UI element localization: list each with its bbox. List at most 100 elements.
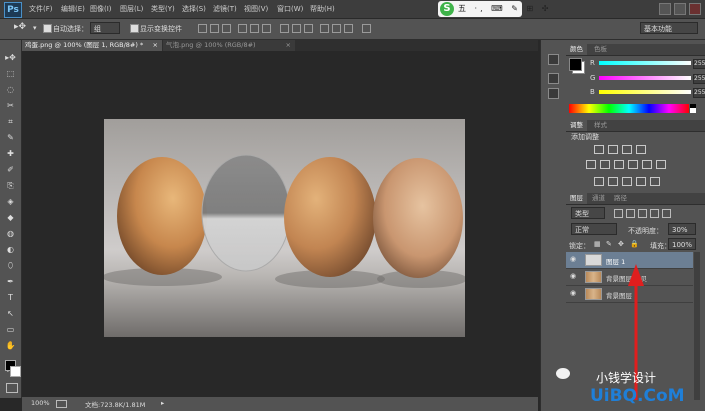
dropdown-arrow-icon[interactable]: ▾ [33,24,37,32]
color-balance-icon[interactable] [614,160,624,169]
menu-view[interactable]: 视图(V) [244,4,268,14]
lasso-tool-icon[interactable]: ◌ [4,84,17,96]
invert-icon[interactable] [594,177,604,186]
align-hcenter-icon[interactable] [250,24,259,33]
show-transform-checkbox[interactable] [130,24,139,33]
tab-swatches[interactable]: 色板 [590,44,611,55]
path-selection-tool-icon[interactable]: ↖ [4,308,17,320]
align-vcenter-icon[interactable] [210,24,219,33]
white-swatch[interactable] [690,108,696,113]
quick-select-tool-icon[interactable]: ✂ [4,100,17,112]
menu-filter[interactable]: 滤镜(T) [213,4,237,14]
background-swatch[interactable] [569,58,582,71]
move-tool-icon[interactable]: ▸✥ [14,22,26,32]
distribute-top-icon[interactable] [280,24,289,33]
clone-stamp-tool-icon[interactable]: ⎘ [4,180,17,192]
filter-adjustment-icon[interactable] [626,209,635,218]
selective-color-icon[interactable] [650,177,660,186]
lock-position-icon[interactable]: ✥ [618,240,624,248]
distribute-bottom-icon[interactable] [304,24,313,33]
healing-brush-tool-icon[interactable]: ✚ [4,148,17,160]
paragraph-panel-icon[interactable] [548,88,559,99]
blur-tool-icon[interactable]: ◐ [4,244,17,256]
opacity-field[interactable]: 30% [668,223,696,235]
tab-eggs-document[interactable]: 鸡蛋.png @ 100% (图层 1, RGB/8#) * × [22,40,162,51]
tab-layers[interactable]: 图层 [566,193,587,204]
menu-layer[interactable]: 图层(L) [120,4,143,14]
filter-type-icon[interactable] [638,209,647,218]
b-slider[interactable] [599,90,691,94]
tab-paths[interactable]: 路径 [610,193,631,204]
r-value[interactable]: 255 [693,59,705,69]
menu-file[interactable]: 文件(F) [29,4,53,14]
menu-window[interactable]: 窗口(W) [277,4,303,14]
distribute-left-icon[interactable] [320,24,329,33]
tab-adjustments[interactable]: 调整 [566,120,587,131]
vibrance-icon[interactable] [586,160,596,169]
hand-tool-icon[interactable]: ✋ [4,340,17,352]
lock-all-icon[interactable]: 🔒 [630,240,639,248]
eraser-tool-icon[interactable]: ◆ [4,212,17,224]
gradient-tool-icon[interactable]: ◍ [4,228,17,240]
eyedropper-tool-icon[interactable]: ✎ [4,132,17,144]
auto-select-checkbox[interactable] [43,24,52,33]
levels-icon[interactable] [608,145,618,154]
type-tool-icon[interactable]: T [4,292,17,304]
exposure-icon[interactable] [636,145,646,154]
layer-filter-kind[interactable]: 类型 [571,207,605,219]
fill-field[interactable]: 100% [668,238,696,250]
channel-mixer-icon[interactable] [656,160,666,169]
threshold-icon[interactable] [622,177,632,186]
history-panel-icon[interactable] [548,54,559,65]
g-slider[interactable] [599,76,691,80]
posterize-icon[interactable] [608,177,618,186]
brush-tool-icon[interactable]: ✐ [4,164,17,176]
character-panel-icon[interactable] [548,73,559,84]
quick-mask-icon[interactable] [6,383,18,393]
rectangle-tool-icon[interactable]: ▭ [4,324,17,336]
filter-pixel-icon[interactable] [614,209,623,218]
tab-close-icon[interactable]: × [286,40,291,51]
color-spectrum[interactable] [569,104,689,113]
zoom-level[interactable]: 100% [31,399,50,407]
menu-select[interactable]: 选择(S) [182,4,206,14]
photo-filter-icon[interactable] [642,160,652,169]
distribute-vcenter-icon[interactable] [292,24,301,33]
curves-icon[interactable] [622,145,632,154]
tab-close-icon[interactable]: × [153,40,158,51]
lock-pixels-icon[interactable]: ✎ [606,240,612,248]
align-left-icon[interactable] [238,24,247,33]
status-menu-arrow-icon[interactable]: ▸ [161,399,164,407]
menu-type[interactable]: 类型(Y) [151,4,175,14]
menu-edit[interactable]: 编辑(E) [61,4,85,14]
hue-saturation-icon[interactable] [600,160,610,169]
brightness-contrast-icon[interactable] [594,145,604,154]
auto-select-dropdown[interactable]: 组 [90,22,120,34]
tab-styles[interactable]: 样式 [590,120,611,131]
distribute-hcenter-icon[interactable] [332,24,341,33]
close-icon[interactable] [689,3,701,15]
maximize-icon[interactable] [674,3,686,15]
minimize-icon[interactable] [659,3,671,15]
visibility-eye-icon[interactable]: ◉ [570,256,577,263]
move-tool-icon[interactable]: ▸✥ [4,52,17,64]
tab-color[interactable]: 颜色 [566,44,587,55]
menu-image[interactable]: 图像(I) [90,4,112,14]
lock-transparent-icon[interactable]: ▦ [594,240,601,248]
background-color-swatch[interactable] [10,366,21,377]
gradient-map-icon[interactable] [636,177,646,186]
distribute-right-icon[interactable] [344,24,353,33]
blend-mode-select[interactable]: 正常 [571,223,617,235]
visibility-eye-icon[interactable]: ◉ [570,273,577,280]
dodge-tool-icon[interactable]: ⬯ [4,260,17,272]
marquee-tool-icon[interactable]: ⬚ [4,68,17,80]
menu-help[interactable]: 帮助(H) [310,4,335,14]
ime-toolbar[interactable]: S 五 ·, ⌨ ✎ ⊞ ✣ [438,1,548,17]
visibility-eye-icon[interactable]: ◉ [570,290,577,297]
g-value[interactable]: 255 [693,74,705,84]
filter-smart-object-icon[interactable] [662,209,671,218]
align-bottom-icon[interactable] [222,24,231,33]
filter-shape-icon[interactable] [650,209,659,218]
workspace-switcher[interactable]: 基本功能 [640,22,698,34]
tab-channels[interactable]: 通道 [588,193,609,204]
